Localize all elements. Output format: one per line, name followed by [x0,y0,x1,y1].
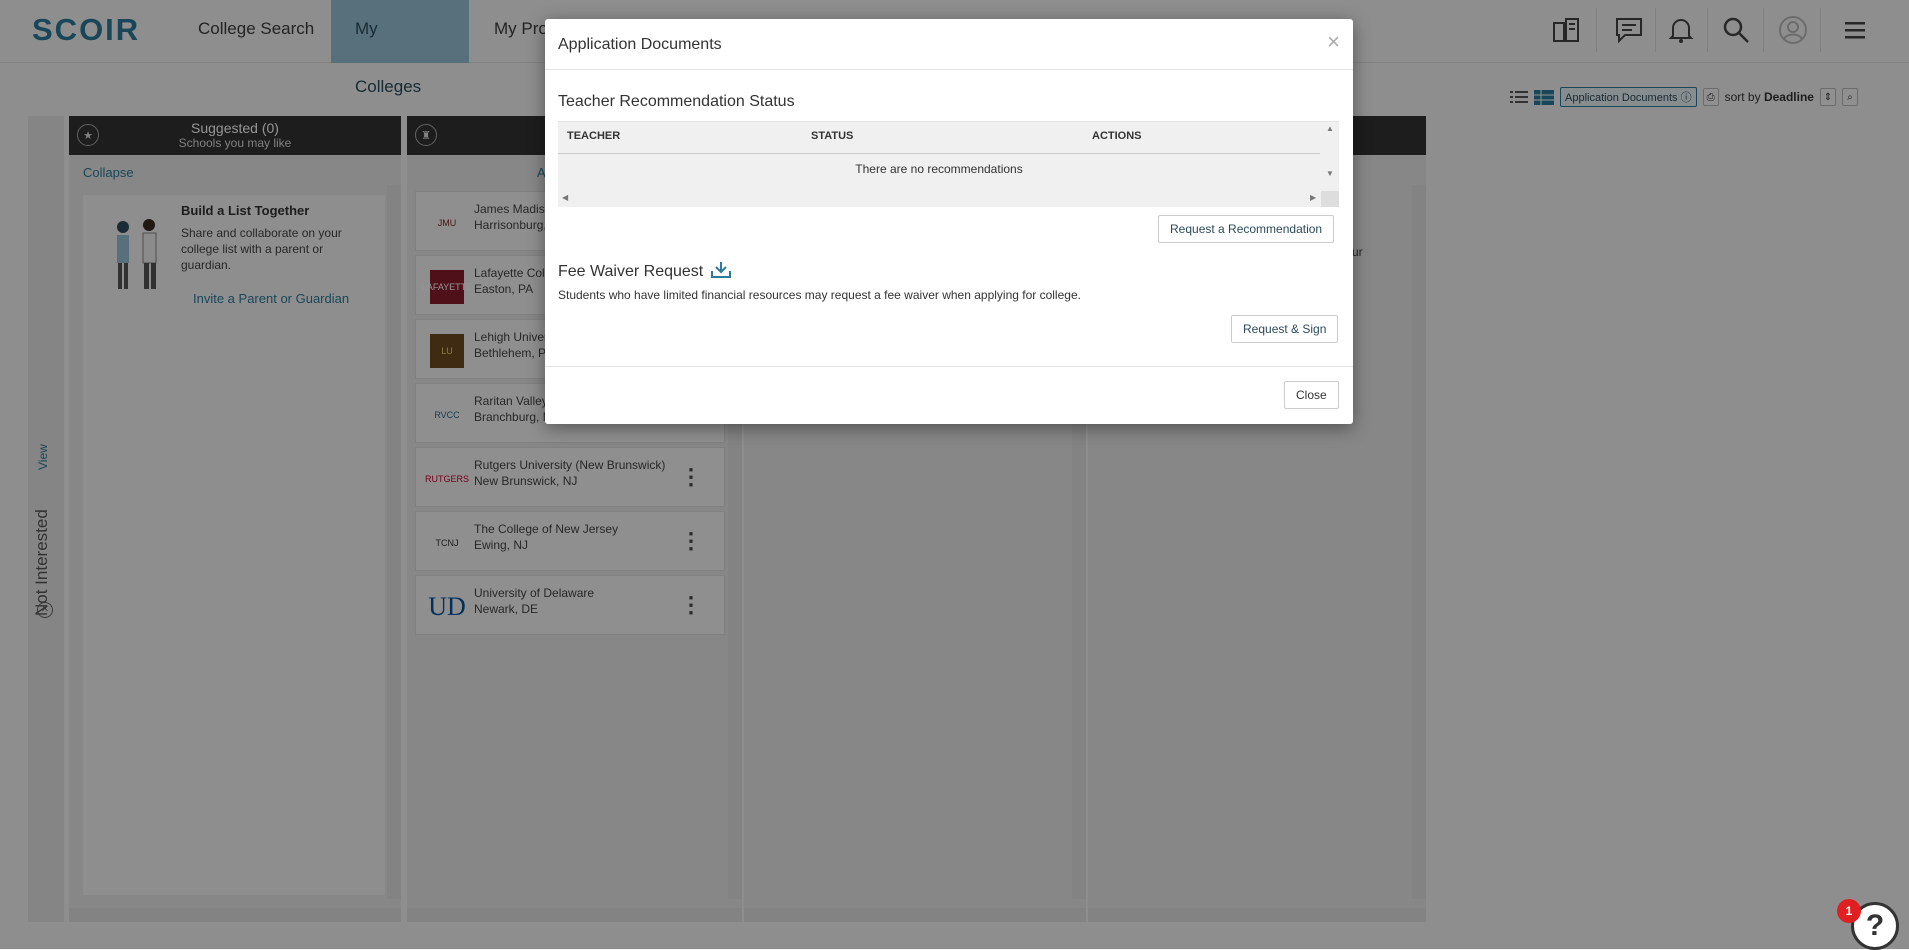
teacher-recommendation-title: Teacher Recommendation Status [558,93,795,110]
help-notification-badge: 1 [1837,899,1861,923]
empty-recommendations-message: There are no recommendations [855,162,1023,176]
scroll-down-arrow-icon[interactable]: ▼ [1321,169,1339,178]
help-question-icon: ? [1865,909,1885,942]
fee-waiver-title-text: Fee Waiver Request [558,263,704,280]
close-icon[interactable]: × [1327,29,1340,55]
fee-waiver-title: Fee Waiver Request [558,261,732,281]
fee-waiver-description: Students who have limited financial reso… [558,288,1081,302]
column-header-status: STATUS [811,130,854,142]
request-sign-button[interactable]: Request & Sign [1231,315,1339,343]
recommendations-table: TEACHER STATUS ACTIONS There are no reco… [558,121,1339,207]
application-documents-modal: Application Documents × Teacher Recommen… [545,19,1353,424]
close-button[interactable]: Close [1284,381,1339,409]
scroll-left-arrow-icon[interactable]: ◀ [562,193,568,202]
request-recommendation-button[interactable]: Request a Recommendation [1158,215,1335,243]
modal-header: Application Documents × [545,19,1353,70]
column-header-actions: ACTIONS [1092,130,1142,142]
scroll-right-arrow-icon[interactable]: ▶ [1310,193,1316,202]
download-icon[interactable] [710,261,732,279]
modal-title: Application Documents [558,36,722,53]
table-scrollbar-vertical[interactable]: ▲ ▼ [1321,122,1339,192]
table-scrollbar-horizontal[interactable]: ◀ ▶ [558,191,1339,207]
column-header-teacher: TEACHER [567,130,621,142]
scroll-up-arrow-icon[interactable]: ▲ [1321,124,1339,133]
